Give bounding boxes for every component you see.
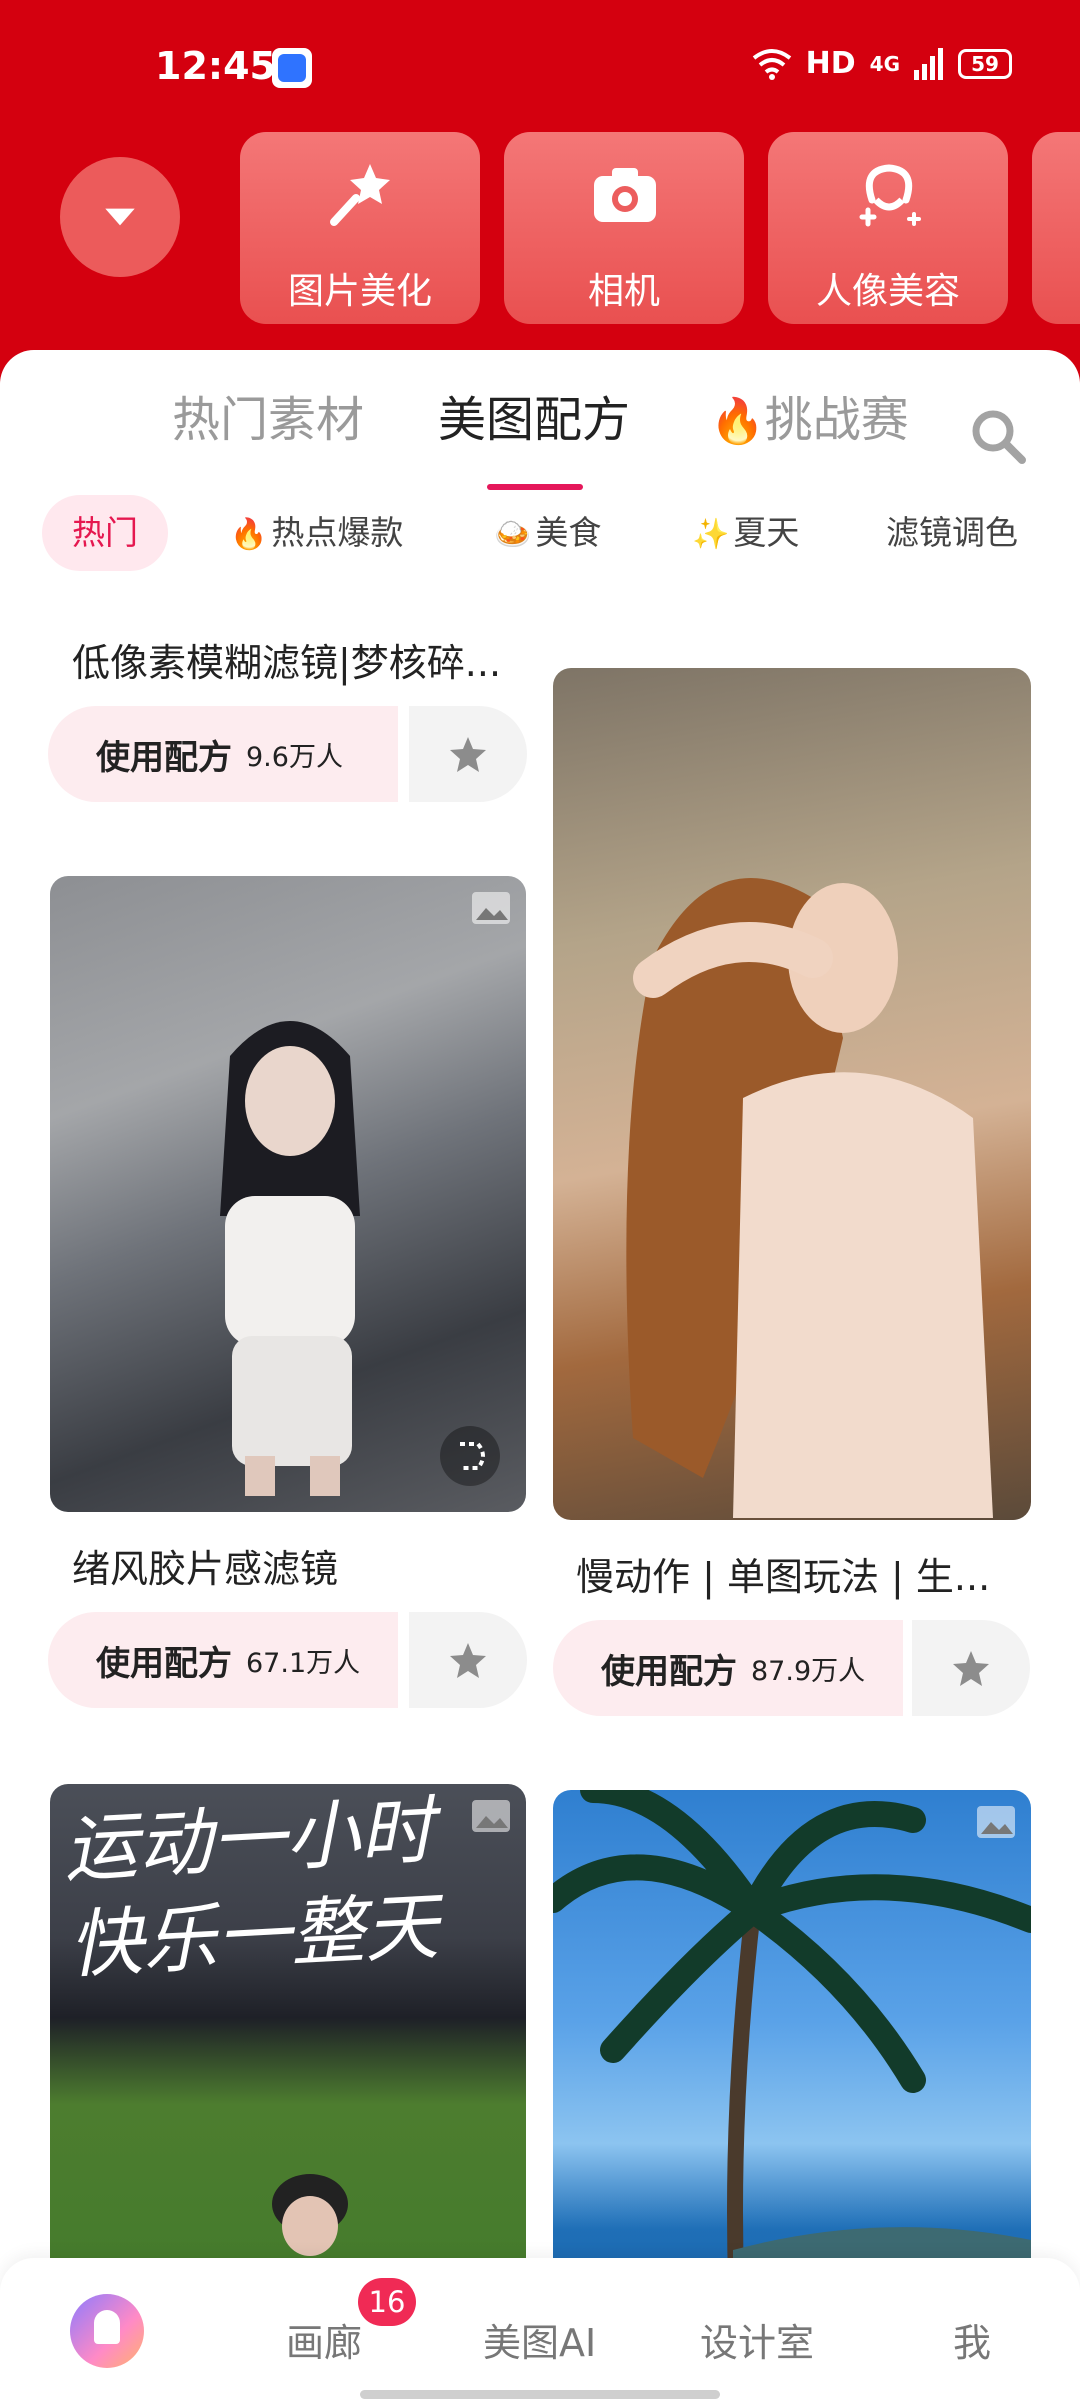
nav-me[interactable]: 我 bbox=[953, 2312, 991, 2367]
signal-label: 4G bbox=[869, 51, 900, 76]
image-icon bbox=[472, 892, 510, 924]
usage-count: 67.1万人 bbox=[246, 1647, 361, 1679]
favorite-button[interactable] bbox=[409, 1612, 527, 1708]
status-bar: 12:45 HD 4G 59 bbox=[0, 0, 1080, 130]
sparkle-icon: ✨ bbox=[692, 517, 730, 552]
wifi-icon bbox=[752, 48, 791, 80]
use-recipe-label: 使用配方 bbox=[96, 1643, 232, 1684]
expand-button[interactable] bbox=[60, 157, 180, 277]
chip-food[interactable]: 🍛 美食 bbox=[494, 495, 601, 571]
home-logo-icon[interactable] bbox=[70, 2294, 144, 2368]
network-label: HD bbox=[805, 46, 856, 81]
face-icon bbox=[859, 164, 921, 227]
use-recipe-label: 使用配方 bbox=[96, 737, 232, 778]
magic-wand-icon bbox=[330, 164, 390, 226]
food-icon: 🍛 bbox=[494, 517, 532, 552]
image-icon bbox=[472, 1800, 510, 1832]
status-time: 12:45 bbox=[155, 44, 276, 88]
fire-icon: 🔥 bbox=[230, 517, 268, 552]
chip-filter-grading[interactable]: 滤镜调色 bbox=[886, 495, 1018, 571]
quick-action-label: 相机 bbox=[587, 271, 660, 312]
tab-recipes[interactable]: 美图配方 bbox=[438, 380, 630, 450]
quick-action-portrait-beauty[interactable]: 人像美容 bbox=[768, 132, 1008, 324]
tab-hot-materials[interactable]: 热门素材 bbox=[172, 380, 364, 450]
star-icon bbox=[450, 1643, 486, 1678]
quick-actions-row: 图片美化 相机 人像美容 bbox=[0, 132, 1080, 324]
use-recipe-button[interactable]: 使用配方 87.9万人 bbox=[553, 1620, 903, 1716]
gallery-count-badge: 16 bbox=[358, 2278, 416, 2326]
overlay-caption: 运动一小时 快乐一整天 bbox=[61, 1784, 526, 1994]
category-chips: 热门 🔥 热点爆款 🍛 美食 ✨ 夏天 滤镜调色 bbox=[0, 495, 1080, 575]
video-badge-icon bbox=[440, 1426, 500, 1486]
use-recipe-button[interactable]: 使用配方 9.6万人 bbox=[48, 706, 398, 802]
signal-icon bbox=[914, 47, 943, 80]
recipe-preview-image[interactable] bbox=[50, 876, 526, 1512]
favorite-button[interactable] bbox=[912, 1620, 1030, 1716]
content-panel: 热门素材 美图配方 🔥挑战赛 热门 🔥 热点爆款 🍛 美食 ✨ 夏天 滤镜调色 低像素… bbox=[0, 350, 1080, 2400]
tab-challenge[interactable]: 🔥挑战赛 bbox=[710, 380, 909, 450]
tab-active-indicator bbox=[487, 484, 583, 490]
quick-action-more[interactable] bbox=[1032, 132, 1080, 324]
card-title[interactable]: 慢动作 | 单图玩法 | 生... bbox=[576, 1546, 990, 1601]
chevron-down-icon bbox=[105, 208, 135, 226]
portrait-figure bbox=[220, 1021, 360, 1496]
use-recipe-label: 使用配方 bbox=[601, 1651, 737, 1692]
home-indicator[interactable] bbox=[360, 2390, 720, 2399]
tab-label: 挑战赛 bbox=[764, 392, 909, 448]
chip-trending[interactable]: 🔥 热点爆款 bbox=[230, 495, 403, 571]
quick-action-camera[interactable]: 相机 bbox=[504, 132, 744, 324]
chip-label: 美食 bbox=[535, 513, 602, 552]
usage-count: 9.6万人 bbox=[246, 741, 343, 773]
camera-icon bbox=[594, 168, 656, 222]
search-icon[interactable] bbox=[968, 406, 1028, 466]
use-recipe-button[interactable]: 使用配方 67.1万人 bbox=[48, 1612, 398, 1708]
card-title[interactable]: 低像素模糊滤镜|梦核碎... bbox=[72, 632, 501, 687]
notification-app-icon bbox=[272, 48, 312, 88]
quick-action-label: 图片美化 bbox=[287, 271, 432, 312]
star-icon bbox=[953, 1651, 989, 1686]
chip-label: 夏天 bbox=[733, 513, 800, 552]
quick-action-photo-beautify[interactable]: 图片美化 bbox=[240, 132, 480, 324]
quick-action-label: 人像美容 bbox=[815, 271, 960, 312]
battery-icon: 59 bbox=[958, 48, 1012, 79]
usage-count: 87.9万人 bbox=[751, 1655, 866, 1687]
fire-icon: 🔥 bbox=[710, 396, 765, 447]
favorite-button[interactable] bbox=[409, 706, 527, 802]
bottom-navigation: 画廊 16 美图AI 设计室 我 bbox=[0, 2258, 1080, 2400]
card-title[interactable]: 绪风胶片感滤镜 bbox=[72, 1538, 338, 1593]
star-icon bbox=[450, 737, 486, 772]
chip-label: 热点爆款 bbox=[271, 513, 404, 552]
status-indicators: HD 4G 59 bbox=[752, 46, 1012, 81]
portrait-figure bbox=[626, 878, 993, 1518]
recipe-preview-image[interactable] bbox=[553, 668, 1031, 1520]
tab-bar: 热门素材 美图配方 🔥挑战赛 bbox=[0, 380, 1080, 490]
nav-gallery[interactable]: 画廊 bbox=[286, 2312, 362, 2367]
nav-design-studio[interactable]: 设计室 bbox=[700, 2312, 814, 2367]
chip-hot[interactable]: 热门 bbox=[42, 495, 168, 571]
chip-summer[interactable]: ✨ 夏天 bbox=[692, 495, 799, 571]
nav-meitu-ai[interactable]: 美图AI bbox=[483, 2312, 596, 2367]
